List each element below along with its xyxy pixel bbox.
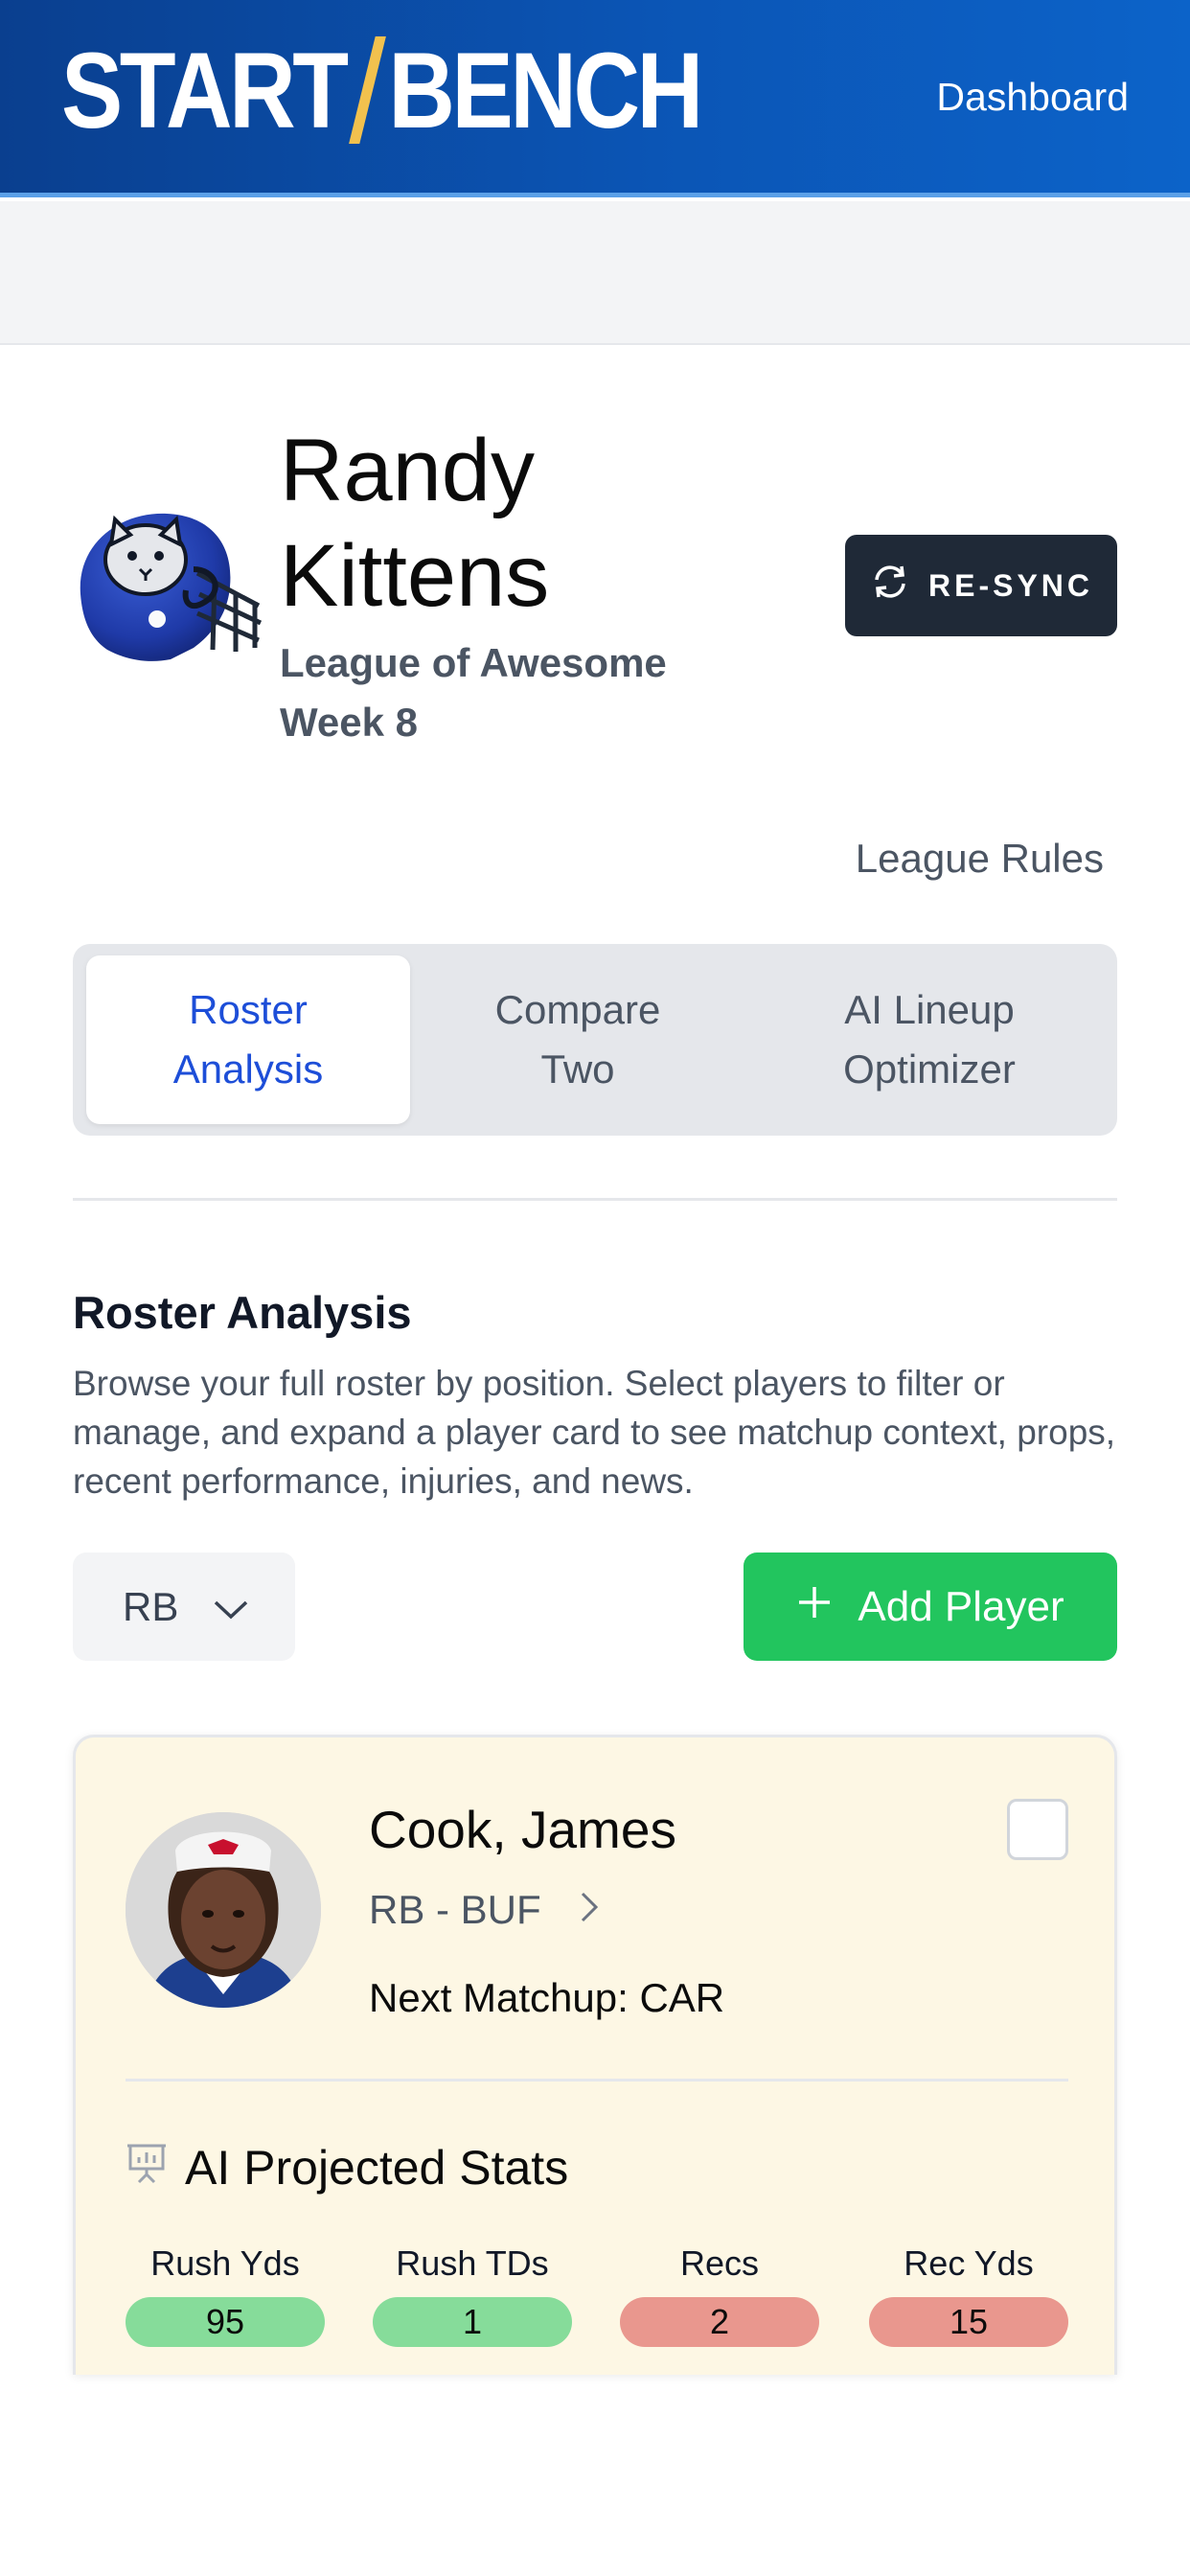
plus-icon xyxy=(796,1583,833,1631)
add-player-button[interactable]: Add Player xyxy=(744,1552,1117,1661)
stat-value-pill: 2 xyxy=(620,2297,819,2347)
stat-rec-yds: Rec Yds 15 xyxy=(869,2240,1068,2347)
header-subband xyxy=(0,201,1190,345)
logo-slash-icon xyxy=(351,36,383,144)
team-name: Randy Kittens xyxy=(280,418,778,629)
app-header: START BENCH Dashboard xyxy=(0,0,1190,197)
presentation-chart-icon xyxy=(126,2140,168,2196)
stat-label: Recs xyxy=(679,2243,760,2283)
player-position-team[interactable]: RB - BUF xyxy=(369,1887,599,1933)
add-player-label: Add Player xyxy=(858,1582,1064,1630)
view-tabs: Roster Analysis Compare Two AI Lineup Optim… xyxy=(73,944,1117,1136)
week-label: Week 8 xyxy=(280,700,418,745)
roster-analysis-description: Browse your full roster by position. Sel… xyxy=(73,1364,1116,1501)
projected-stats-header: AI Projected Stats xyxy=(126,2140,568,2196)
logo-bench-text: BENCH xyxy=(388,30,703,150)
player-select-checkbox[interactable] xyxy=(1007,1799,1068,1860)
stat-recs: Recs 2 xyxy=(620,2240,819,2347)
card-divider xyxy=(126,2079,1068,2082)
stat-label: Rush Yds xyxy=(150,2243,300,2283)
stat-value-pill: 95 xyxy=(126,2297,325,2347)
tab-compare-two[interactable]: Compare Two xyxy=(422,955,734,1124)
nav-dashboard-link[interactable]: Dashboard xyxy=(936,75,1129,120)
stat-value-pill: 1 xyxy=(373,2297,572,2347)
position-filter-select[interactable]: RB xyxy=(73,1552,295,1661)
player-photo xyxy=(126,1812,321,2008)
stat-label: Rec Yds xyxy=(904,2243,1034,2283)
tab-roster-analysis[interactable]: Roster Analysis xyxy=(86,955,410,1124)
player-name[interactable]: Cook, James xyxy=(369,1799,676,1860)
tab-ai-lineup-line1: AI Lineup xyxy=(844,987,1015,1032)
stat-label: Rush TDs xyxy=(396,2243,549,2283)
kitten-helmet-icon xyxy=(71,506,264,665)
stat-rush-tds: Rush TDs 1 xyxy=(373,2240,572,2347)
tab-roster-analysis-line1: Roster xyxy=(189,987,308,1032)
stat-value-pill: 15 xyxy=(869,2297,1068,2347)
team-name-line2: Kittens xyxy=(280,527,550,625)
position-filter-value: RB xyxy=(123,1583,179,1629)
tab-ai-lineup-line2: Optimizer xyxy=(843,1046,1016,1092)
section-divider xyxy=(73,1198,1117,1201)
tab-compare-two-line2: Two xyxy=(540,1046,615,1092)
team-name-line1: Randy xyxy=(280,422,535,519)
tab-compare-two-line1: Compare xyxy=(494,987,661,1032)
player-position-team-text: RB - BUF xyxy=(369,1887,541,1932)
tab-ai-lineup-optimizer[interactable]: AI Lineup Optimizer xyxy=(755,955,1104,1124)
league-rules-link[interactable]: League Rules xyxy=(856,836,1104,882)
stat-rush-yds: Rush Yds 95 xyxy=(126,2240,325,2347)
resync-button[interactable]: RE-SYNC xyxy=(845,535,1117,636)
player-card[interactable]: Cook, James RB - BUF Next Matchup: CAR A… xyxy=(73,1735,1117,2375)
chevron-right-icon xyxy=(580,1887,599,1933)
roster-analysis-title: Roster Analysis xyxy=(73,1287,412,1338)
tab-roster-analysis-line2: Analysis xyxy=(172,1046,324,1092)
sync-icon xyxy=(869,563,911,609)
chevron-down-icon xyxy=(213,1584,249,1630)
logo-start-text: START xyxy=(61,30,349,150)
resync-label: RE-SYNC xyxy=(927,567,1093,603)
next-matchup: Next Matchup: CAR xyxy=(369,1975,725,2020)
startbench-logo[interactable]: START BENCH xyxy=(61,31,703,150)
projected-stats-title: AI Projected Stats xyxy=(185,2141,569,2195)
league-name: League of Awesome xyxy=(280,640,667,685)
